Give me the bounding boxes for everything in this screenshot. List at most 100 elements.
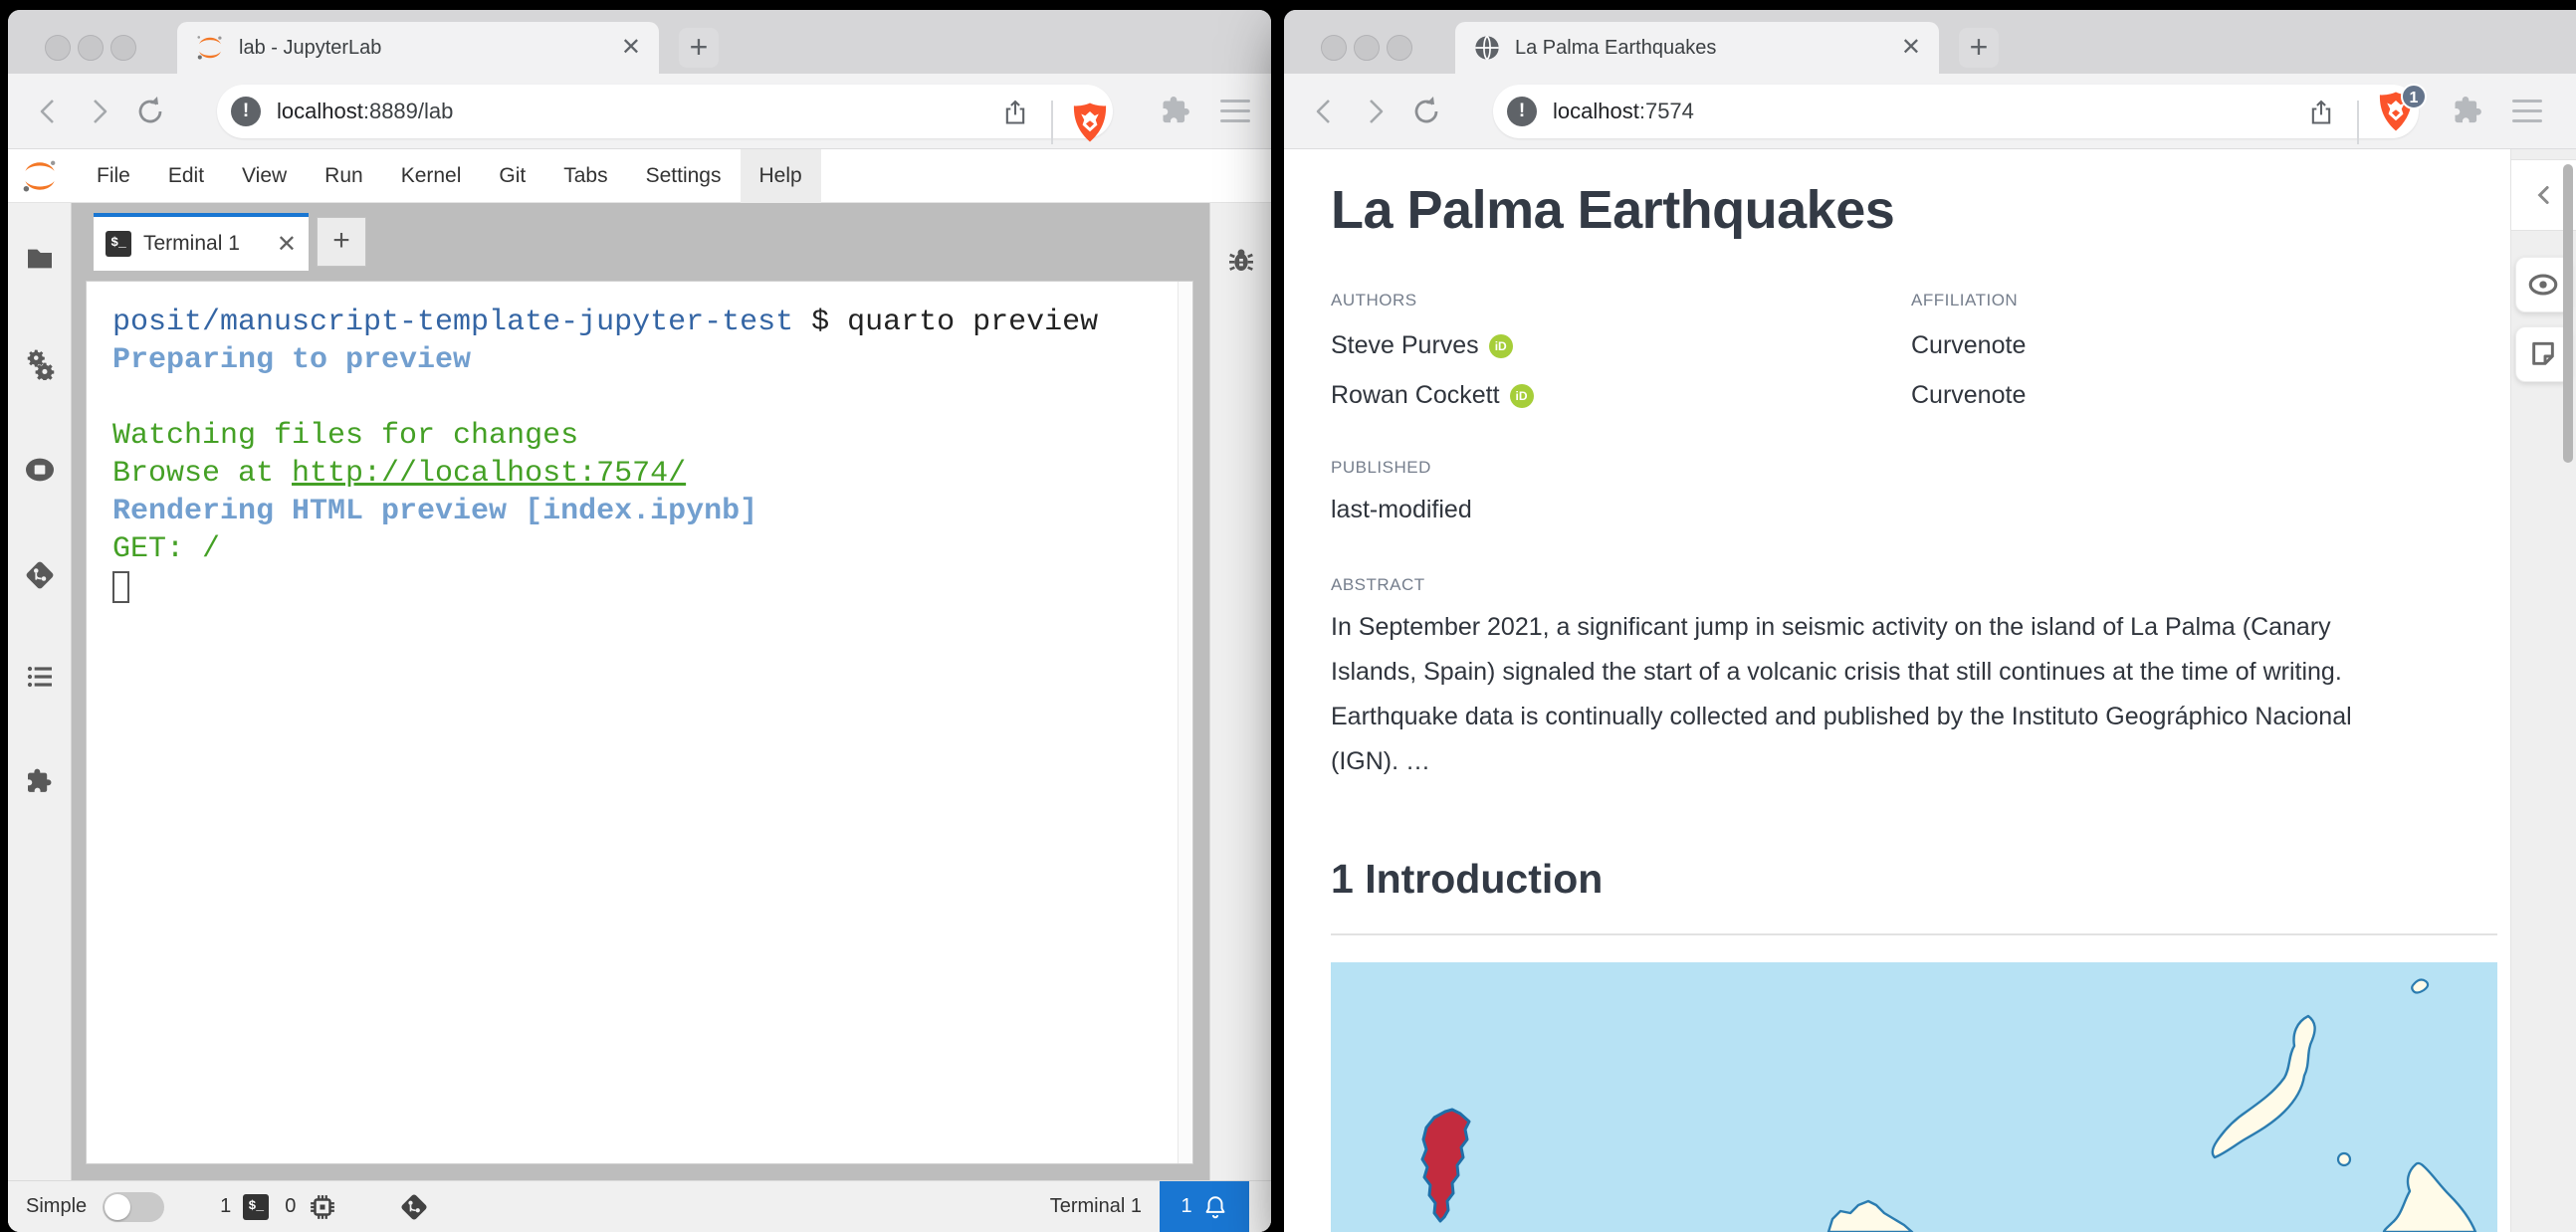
orcid-icon[interactable]: iD bbox=[1509, 384, 1534, 409]
browser-toolbar: ! localhost:7574 1 bbox=[1284, 74, 2576, 149]
window-titlebar[interactable]: lab - JupyterLab ✕ + bbox=[8, 10, 1271, 74]
forward-icon[interactable] bbox=[80, 93, 117, 130]
terminal-line: Rendering HTML preview [index.ipynb] bbox=[112, 495, 758, 528]
jupyter-logo-icon bbox=[23, 160, 56, 191]
address-bar[interactable]: ! localhost:7574 1 bbox=[1493, 84, 2427, 144]
jupyterlab-statusbar: Simple 1 $_ 0 Terminal 1 1 bbox=[8, 1180, 1271, 1232]
zoom-traffic-light-icon[interactable] bbox=[110, 35, 136, 61]
browser-menu-icon[interactable] bbox=[1220, 100, 1250, 122]
browser-tab-lapalma[interactable]: La Palma Earthquakes ✕ bbox=[1455, 22, 1939, 74]
menu-kernel[interactable]: Kernel bbox=[382, 149, 481, 203]
reload-icon[interactable] bbox=[1407, 93, 1445, 130]
forward-icon[interactable] bbox=[1356, 93, 1394, 130]
browser-menu-icon[interactable] bbox=[2512, 100, 2542, 122]
terminals-count: 1 bbox=[220, 1195, 232, 1217]
back-icon[interactable] bbox=[1306, 93, 1344, 130]
jupyterlab-left-sidebar bbox=[8, 203, 72, 1180]
terminal-tab[interactable]: $_ Terminal 1 ✕ bbox=[94, 213, 309, 271]
jupyterlab-browser-window: lab - JupyterLab ✕ + ! localhost:8889/la… bbox=[8, 10, 1271, 1232]
terminal-tab-label: Terminal 1 bbox=[143, 232, 240, 255]
new-launcher-button[interactable]: + bbox=[317, 217, 366, 267]
orcid-icon[interactable]: iD bbox=[1488, 334, 1513, 359]
page-scrollbar[interactable] bbox=[2563, 164, 2573, 463]
close-traffic-light-icon[interactable] bbox=[1321, 35, 1347, 61]
url-text[interactable]: localhost:7574 bbox=[1553, 99, 1694, 124]
dock-panel: $_ Terminal 1 ✕ + posit/manuscript-templ… bbox=[72, 203, 1209, 1180]
url-text[interactable]: localhost:8889/lab bbox=[277, 99, 453, 124]
section-divider bbox=[1331, 933, 2497, 935]
git-branch-icon[interactable] bbox=[399, 1192, 429, 1222]
minimize-traffic-light-icon[interactable] bbox=[78, 35, 104, 61]
zoom-traffic-light-icon[interactable] bbox=[1387, 35, 1412, 61]
share-icon[interactable] bbox=[1001, 99, 1029, 126]
terminal-tab-close-icon[interactable]: ✕ bbox=[277, 230, 297, 259]
terminal-line: Browse at bbox=[112, 457, 293, 491]
authors-label: AUTHORS bbox=[1331, 291, 1417, 309]
tab-close-icon[interactable]: ✕ bbox=[621, 36, 641, 60]
menu-git[interactable]: Git bbox=[480, 149, 544, 203]
new-tab-button[interactable]: + bbox=[679, 28, 719, 68]
running-sessions-stop-icon[interactable] bbox=[24, 454, 56, 486]
author-affiliation: Curvenote bbox=[1911, 381, 2027, 409]
eye-icon bbox=[2528, 274, 2558, 296]
article-page: La Palma Earthquakes AUTHORS AFFILIATION… bbox=[1284, 149, 2576, 1232]
menu-tabs[interactable]: Tabs bbox=[544, 149, 626, 203]
terminal-output[interactable]: posit/manuscript-template-jupyter-test $… bbox=[112, 304, 1153, 606]
extension-manager-puzzle-icon[interactable] bbox=[24, 766, 56, 798]
notifications-count: 1 bbox=[1181, 1195, 1192, 1217]
simple-mode-label: Simple bbox=[26, 1195, 88, 1217]
reload-icon[interactable] bbox=[131, 93, 169, 130]
file-browser-folder-icon[interactable] bbox=[24, 243, 56, 275]
extensions-puzzle-icon[interactable] bbox=[1159, 94, 1194, 129]
new-tab-button[interactable]: + bbox=[1959, 28, 1999, 68]
debugger-bug-icon[interactable] bbox=[1225, 245, 1257, 277]
menu-view[interactable]: View bbox=[223, 149, 306, 203]
site-info-icon[interactable]: ! bbox=[231, 97, 261, 126]
menu-file[interactable]: File bbox=[78, 149, 149, 203]
terminal-cursor bbox=[112, 571, 129, 603]
property-inspector-gears-icon[interactable] bbox=[24, 348, 56, 380]
terminal-scrollbar[interactable] bbox=[1178, 282, 1192, 1163]
back-icon[interactable] bbox=[30, 93, 68, 130]
address-bar[interactable]: ! localhost:8889/lab bbox=[217, 85, 1113, 144]
preview-url-link[interactable]: http://localhost:7574/ bbox=[292, 457, 686, 491]
minimize-traffic-light-icon[interactable] bbox=[1354, 35, 1380, 61]
browser-tab-jupyterlab[interactable]: lab - JupyterLab ✕ bbox=[177, 22, 659, 74]
browser-toolbar: ! localhost:8889/lab bbox=[8, 74, 1271, 149]
window-titlebar[interactable]: La Palma Earthquakes ✕ + bbox=[1284, 10, 2576, 74]
brave-shield-icon[interactable] bbox=[1069, 101, 1111, 144]
close-traffic-light-icon[interactable] bbox=[45, 35, 71, 61]
menu-help[interactable]: Help bbox=[740, 148, 821, 203]
share-icon[interactable] bbox=[2307, 99, 2335, 126]
site-info-icon[interactable]: ! bbox=[1507, 97, 1537, 126]
simple-mode-toggle[interactable] bbox=[103, 1191, 165, 1222]
notifications-button[interactable]: 1 bbox=[1160, 1181, 1249, 1232]
preview-browser-window: La Palma Earthquakes ✕ + ! localhost:757… bbox=[1284, 10, 2576, 1232]
author-affiliation: Curvenote bbox=[1911, 331, 2027, 359]
tab-close-icon[interactable]: ✕ bbox=[1901, 36, 1921, 60]
abstract-text: In September 2021, a significant jump in… bbox=[1331, 613, 2352, 775]
published-value: last-modified bbox=[1331, 496, 1472, 523]
status-context-label[interactable]: Terminal 1 bbox=[1050, 1195, 1142, 1218]
table-of-contents-icon[interactable] bbox=[24, 661, 56, 693]
menu-settings[interactable]: Settings bbox=[627, 149, 741, 203]
kernel-chip-icon bbox=[311, 1194, 335, 1219]
menu-edit[interactable]: Edit bbox=[149, 149, 223, 203]
author-row: Rowan Cockett iD bbox=[1331, 381, 1534, 410]
terminal-line: Preparing to preview bbox=[112, 343, 472, 377]
brave-shield-button[interactable]: 1 bbox=[2375, 84, 2427, 133]
map-sea bbox=[1331, 962, 2497, 1232]
extensions-puzzle-icon[interactable] bbox=[2451, 94, 2486, 129]
jupyter-logo-icon bbox=[197, 36, 222, 60]
abstract-label: ABSTRACT bbox=[1331, 575, 1425, 594]
terminal-icon: $_ bbox=[106, 231, 131, 257]
article-title: La Palma Earthquakes bbox=[1331, 180, 1895, 240]
menu-run[interactable]: Run bbox=[306, 149, 382, 203]
author-name[interactable]: Steve Purves bbox=[1331, 331, 1479, 359]
author-row: Steve Purves iD bbox=[1331, 331, 1513, 360]
author-name[interactable]: Rowan Cockett bbox=[1331, 381, 1500, 409]
git-icon[interactable] bbox=[24, 559, 56, 591]
tab-title: La Palma Earthquakes bbox=[1515, 36, 1717, 59]
map-islet-lobos[interactable] bbox=[2336, 1151, 2352, 1167]
